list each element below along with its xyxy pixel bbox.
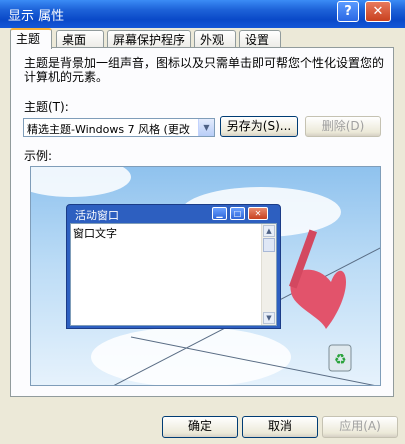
maximize-icon: □ bbox=[230, 207, 245, 220]
dialog-client: 主题 桌面 屏幕保护程序 外观 设置 主题是背景加一组声音，图标以及只需单击即可… bbox=[0, 28, 405, 444]
active-window-title: 活动窗口 bbox=[75, 209, 119, 222]
save-as-button[interactable]: 另存为(S)... bbox=[220, 116, 298, 137]
tab-desktop[interactable]: 桌面 bbox=[56, 30, 104, 48]
window-title: 显示 属性 bbox=[8, 9, 65, 24]
theme-description: 主题是背景加一组声音，图标以及只需单击即可帮您个性化设置您的计算机的元素。 bbox=[24, 56, 385, 84]
active-window-preview: 活动窗口 ▁ □ ✕ 窗口文字 ▲ ▼ bbox=[66, 204, 281, 329]
active-window-body: 窗口文字 ▲ ▼ bbox=[70, 223, 277, 326]
tab-settings[interactable]: 设置 bbox=[239, 30, 281, 48]
close-icon: ✕ bbox=[248, 207, 268, 220]
chevron-down-icon[interactable]: ▼ bbox=[198, 119, 214, 136]
tab-themes[interactable]: 主题 bbox=[10, 28, 52, 49]
themes-panel: 主题是背景加一组声音，图标以及只需单击即可帮您个性化设置您的计算机的元素。 主题… bbox=[10, 47, 394, 397]
tab-screensaver[interactable]: 屏幕保护程序 bbox=[107, 30, 191, 48]
scrollbar: ▲ ▼ bbox=[261, 224, 276, 325]
apply-button[interactable]: 应用(A) bbox=[322, 416, 398, 438]
cancel-button[interactable]: 取消 bbox=[242, 416, 318, 438]
ok-button[interactable]: 确定 bbox=[162, 416, 238, 438]
theme-select[interactable]: 精选主题-Windows 7 风格 (更改 ▼ bbox=[23, 118, 215, 137]
theme-select-value: 精选主题-Windows 7 风格 (更改 bbox=[27, 123, 190, 136]
scroll-up-icon: ▲ bbox=[263, 225, 275, 237]
delete-button[interactable]: 删除(D) bbox=[305, 116, 381, 137]
close-button[interactable]: ✕ bbox=[365, 1, 391, 22]
minimize-icon: ▁ bbox=[212, 207, 227, 220]
sample-label: 示例: bbox=[24, 149, 53, 163]
title-bar[interactable]: 显示 属性 ? ✕ bbox=[0, 0, 405, 28]
recycle-bin-icon[interactable]: ♻ bbox=[328, 344, 352, 372]
theme-label: 主题(T): bbox=[24, 100, 69, 114]
scroll-down-icon: ▼ bbox=[263, 312, 275, 324]
scroll-thumb bbox=[263, 238, 275, 252]
theme-preview: ♻ 活动窗口 ▁ □ ✕ 窗口文字 ▲ ▼ bbox=[30, 166, 381, 386]
help-button[interactable]: ? bbox=[337, 1, 359, 22]
svg-text:♻: ♻ bbox=[334, 352, 347, 368]
window-text: 窗口文字 bbox=[73, 227, 117, 240]
tab-appearance[interactable]: 外观 bbox=[194, 30, 236, 48]
